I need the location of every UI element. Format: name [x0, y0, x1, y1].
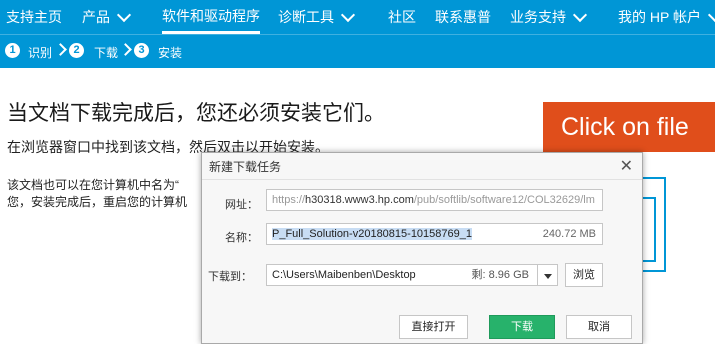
page-note-line-2: 您，安装完成后，重启您的计算机 — [7, 195, 188, 209]
filename-field[interactable]: P_Full_Solution-v20180815-10158769_1 240… — [266, 223, 603, 245]
chevron-down-icon — [707, 7, 715, 22]
nav-diagnostics[interactable]: 诊断工具 — [278, 0, 356, 34]
step-3-number: 3 — [134, 43, 149, 58]
page-note-line-1: 该文档也可以在您计算机中名为“ — [7, 178, 179, 192]
chevron-right-icon — [119, 43, 132, 56]
chevron-down-icon — [544, 274, 552, 279]
filename-value: P_Full_Solution-v20180815-10158769_1 — [272, 228, 472, 240]
nav-my-account-label: 我的 HP 帐户 — [618, 9, 701, 25]
nav-support-home[interactable]: 支持主页 — [6, 0, 62, 34]
click-on-file-banner: Click on file — [543, 102, 715, 152]
save-path-label: 下载到： — [208, 271, 252, 283]
dialog-title: 新建下载任务 — [209, 160, 282, 174]
save-path-value: C:\Users\Maibenben\Desktop — [272, 269, 416, 281]
close-icon[interactable]: ✕ — [620, 156, 633, 176]
browse-button[interactable]: 浏览 — [565, 263, 603, 287]
download-dialog: 新建下载任务 ✕ 网址： https://h30318.www3.hp.com/… — [201, 152, 643, 344]
step-1-label: 识别 — [28, 46, 53, 60]
nav-products-label: 产品 — [82, 9, 110, 25]
url-field[interactable]: https://h30318.www3.hp.com/pub/softlib/s… — [266, 189, 603, 211]
nav-community[interactable]: 社区 — [388, 0, 416, 34]
nav-business-support-label: 业务支持 — [510, 9, 566, 25]
url-label: 网址： — [225, 199, 258, 211]
nav-software-drivers[interactable]: 软件和驱动程序 — [162, 0, 260, 34]
free-space: 剩: 8.96 GB — [471, 269, 529, 281]
dialog-title-divider — [202, 179, 642, 180]
nav-my-account[interactable]: 我的 HP 帐户 — [618, 0, 715, 34]
nav-contact[interactable]: 联系惠普 — [435, 0, 491, 34]
step-3-label: 安装 — [158, 46, 183, 60]
download-button[interactable]: 下载 — [489, 315, 555, 339]
cancel-button[interactable]: 取消 — [566, 315, 632, 339]
url-prefix: https:// — [272, 194, 306, 206]
step-2-label: 下载 — [94, 46, 119, 60]
top-nav: 支持主页 产品 软件和驱动程序 诊断工具 社区 联系惠普 业务支持 我的 HP … — [0, 0, 715, 34]
file-size: 240.72 MB — [542, 228, 596, 240]
chevron-down-icon — [340, 7, 356, 22]
url-host: h30318.www3.hp.com — [305, 194, 414, 206]
page-headline: 当文档下载完成后，您还必须安装它们。 — [7, 102, 385, 125]
open-directly-button[interactable]: 直接打开 — [399, 315, 468, 339]
nav-business-support[interactable]: 业务支持 — [510, 0, 588, 34]
name-label: 名称： — [225, 232, 258, 244]
nav-diagnostics-label: 诊断工具 — [278, 9, 334, 25]
nav-software-drivers-label: 软件和驱动程序 — [162, 7, 260, 24]
nav-contact-label: 联系惠普 — [435, 9, 491, 25]
chevron-down-icon — [116, 7, 132, 22]
save-path-dropdown[interactable] — [537, 264, 558, 286]
nav-support-home-label: 支持主页 — [6, 9, 62, 25]
url-path: /pub/softlib/software12/COL32629/lm — [413, 194, 595, 206]
nav-community-label: 社区 — [388, 9, 416, 25]
step-1-number: 1 — [5, 43, 20, 58]
steps-bar: 1 识别 2 下载 3 安装 — [0, 35, 715, 68]
step-2-number: 2 — [69, 43, 84, 58]
save-path-field[interactable]: C:\Users\Maibenben\Desktop 剩: 8.96 GB — [266, 264, 538, 286]
nav-products[interactable]: 产品 — [82, 0, 132, 34]
chevron-down-icon — [572, 7, 588, 22]
chevron-right-icon — [54, 43, 67, 56]
